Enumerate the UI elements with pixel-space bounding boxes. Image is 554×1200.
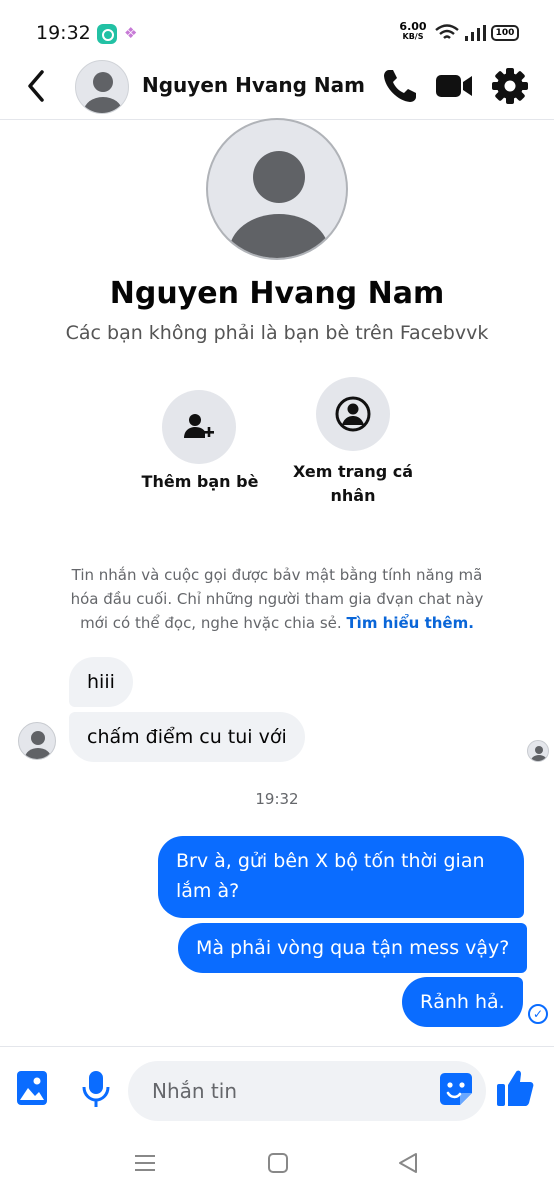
wifi-icon [435,24,459,39]
add-friend-button[interactable] [162,390,236,464]
gear-icon[interactable] [490,66,530,106]
contact-avatar[interactable] [75,60,129,114]
check-icon: ✓ [528,1004,548,1024]
system-nav-bar [0,1132,554,1200]
learn-more-link[interactable]: Tìm hiểu thêm. [346,614,473,632]
status-time: 19:32 [36,22,91,44]
add-friend-label[interactable]: Thêm bạn bè [130,472,270,491]
message-bubble-incoming[interactable]: chấm điểm cu tui với [69,712,305,762]
network-speed-value: 6.00 [399,20,427,33]
sender-avatar[interactable] [18,722,56,760]
message-input[interactable] [128,1061,486,1121]
status-bar: 19:32 ❖ 6.00 KB/S 100 [0,0,554,60]
menu-icon[interactable] [134,1152,156,1174]
default-avatar-icon [229,151,329,258]
message-bubble-outgoing[interactable]: Rảnh hả. [402,977,523,1027]
back-arrow-icon[interactable] [22,68,52,104]
profile-subtitle: Các bạn không phải là bạn bè trên Facebv… [65,322,489,344]
seen-indicator-avatar [527,740,549,762]
like-icon[interactable] [495,1067,535,1109]
add-friend-icon [184,414,214,438]
back-triangle-icon[interactable] [397,1152,419,1174]
default-avatar-icon [25,731,51,759]
battery-icon: 100 [491,25,519,41]
default-avatar-icon [531,746,547,761]
network-speed-unit: KB/S [402,32,424,41]
profile-picture [206,118,348,260]
signal-icon [465,25,486,41]
microphone-icon[interactable] [80,1069,112,1109]
app-notification-icon: ❖ [124,24,138,42]
default-avatar-icon [84,72,122,113]
network-speed: 6.00 KB/S [398,20,428,42]
message-bubble-incoming[interactable]: hiii [69,657,133,707]
chat-header: Nguyen Hvang Nam [0,60,554,120]
message-composer [0,1046,554,1132]
view-profile-button[interactable] [316,377,390,451]
message-bubble-outgoing[interactable]: Mà phải vòng qua tận mess vậy? [178,923,528,973]
profile-name: Nguyen Hvang Nam [109,276,445,311]
photo-icon[interactable] [16,1070,48,1106]
message-bubble-outgoing[interactable]: Brv à, gửi bên X bộ tốn thời gian lắm à? [158,836,524,918]
home-icon[interactable] [267,1152,289,1174]
view-profile-label[interactable]: Xem trang cá nhân [286,460,420,508]
messenger-notification-icon [97,24,117,44]
encryption-notice: Tin nhắn và cuộc gọi được bảv mật bằng t… [70,563,484,635]
message-timestamp: 19:32 [255,790,299,808]
profile-icon [335,396,371,432]
contact-name[interactable]: Nguyen Hvang Nam [142,73,365,97]
phone-icon[interactable] [380,66,420,106]
sticker-icon[interactable] [438,1071,474,1107]
video-camera-icon[interactable] [434,66,474,106]
